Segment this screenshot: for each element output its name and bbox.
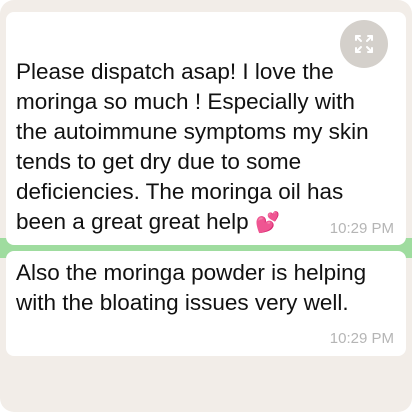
expand-button[interactable]: [340, 20, 388, 68]
message-timestamp: 10:29 PM: [329, 330, 394, 347]
message-bubble[interactable]: Also the moringa powder is helping with …: [6, 251, 406, 356]
expand-icon: [355, 35, 373, 53]
message-timestamp: 10:29 PM: [329, 220, 394, 237]
chat-screenshot: Please dispatch asap! I love the moringa…: [0, 0, 412, 412]
message-text: Please dispatch asap! I love the moringa…: [16, 57, 396, 238]
message-text: Also the moringa powder is helping with …: [16, 260, 367, 315]
message-text-content: Please dispatch asap! I love the moringa…: [16, 59, 369, 234]
heart-emoji: 💕: [254, 212, 280, 234]
